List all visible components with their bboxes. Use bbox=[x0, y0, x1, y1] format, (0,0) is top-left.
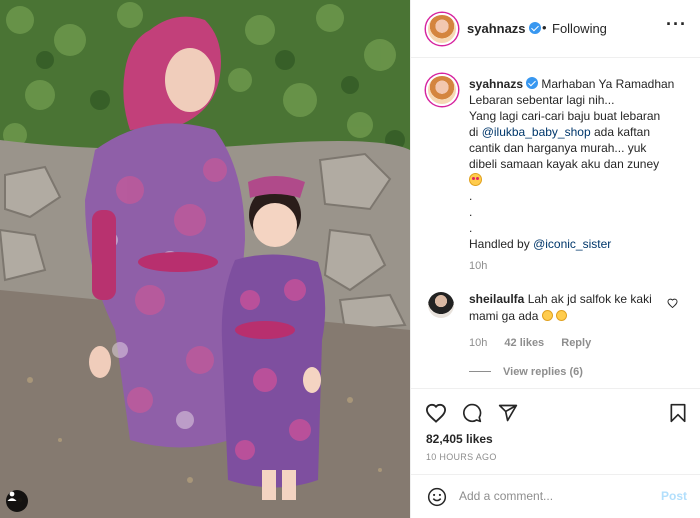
comment-bubble-icon[interactable] bbox=[461, 403, 483, 428]
caption-text: syahnazs Marhaban Ya Ramadhan Lebaran se… bbox=[469, 76, 691, 252]
grin-sweat-emoji-icon bbox=[556, 310, 568, 321]
caption-line-6: cantik dan harganya murah... yuk bbox=[469, 141, 647, 155]
add-comment-bar: Post bbox=[411, 474, 700, 518]
post-header: syahnazs • Following ··· bbox=[411, 0, 700, 58]
view-replies-button[interactable]: View replies (6) bbox=[469, 366, 583, 378]
grin-sweat-emoji-icon bbox=[541, 310, 553, 321]
reply-button[interactable]: Reply bbox=[561, 337, 591, 349]
post-actions: 82,405 likes 10 HOURS AGO bbox=[411, 388, 700, 478]
comment-input[interactable] bbox=[459, 486, 639, 506]
caption-dot-2: . bbox=[469, 205, 473, 219]
caption-username[interactable]: syahnazs bbox=[469, 77, 523, 91]
caption-dot-1: . bbox=[469, 189, 473, 203]
comment-meta: 10h 42 likes Reply bbox=[469, 337, 605, 349]
post-comment-button[interactable]: Post bbox=[661, 489, 687, 503]
post-photo[interactable] bbox=[0, 0, 410, 518]
caption-line-1: Marhaban Ya Ramadhan bbox=[541, 77, 675, 91]
smiley-icon[interactable] bbox=[427, 487, 447, 512]
post-likes-count[interactable]: 82,405 likes bbox=[426, 432, 493, 446]
post-detail-panel: syahnazs • Following ··· syahnazs Marhab… bbox=[410, 0, 700, 518]
following-button[interactable]: Following bbox=[552, 21, 607, 36]
header-separator: • bbox=[542, 20, 547, 35]
replies-divider-line bbox=[469, 371, 491, 372]
comment-text: sheilaulfa Lah ak jd salfok ke kaki mami… bbox=[469, 291, 669, 325]
caption-handled-by: Handled by bbox=[469, 237, 530, 251]
comment-like-heart-icon[interactable] bbox=[667, 298, 678, 311]
user-tag-icon[interactable] bbox=[6, 490, 28, 512]
more-options-icon[interactable]: ··· bbox=[666, 14, 687, 35]
caption-dot-3: . bbox=[469, 221, 473, 235]
verified-badge-icon bbox=[526, 77, 539, 89]
caption-line-3: Yang lagi cari-cari baju buat lebaran bbox=[469, 109, 661, 123]
caption-avatar[interactable] bbox=[426, 74, 458, 106]
comment-likes-count[interactable]: 42 likes bbox=[504, 337, 544, 349]
photo-illustration bbox=[0, 0, 410, 518]
commenter-username[interactable]: sheilaulfa bbox=[469, 292, 524, 306]
view-replies-label[interactable]: View replies (6) bbox=[503, 366, 583, 378]
mention-link-handler[interactable]: @iconic_sister bbox=[533, 237, 611, 251]
caption-timestamp[interactable]: 10h bbox=[469, 260, 487, 272]
comments-list[interactable]: syahnazs Marhaban Ya Ramadhan Lebaran se… bbox=[411, 58, 700, 388]
bookmark-icon[interactable] bbox=[669, 403, 687, 428]
caption-line-7: dibeli samaan kayak aku dan zuney bbox=[469, 157, 660, 171]
paper-plane-icon[interactable] bbox=[497, 403, 519, 428]
mention-link-shop[interactable]: @ilukba_baby_shop bbox=[482, 125, 591, 139]
post-timestamp[interactable]: 10 HOURS AGO bbox=[426, 452, 497, 462]
author-username[interactable]: syahnazs bbox=[467, 21, 541, 36]
comment-timestamp[interactable]: 10h bbox=[469, 337, 487, 349]
heart-eyes-emoji-icon bbox=[469, 173, 482, 186]
verified-badge-icon bbox=[528, 22, 541, 34]
commenter-avatar[interactable] bbox=[428, 292, 454, 318]
caption-line-5: ada kaftan bbox=[593, 125, 651, 139]
heart-icon[interactable] bbox=[425, 403, 447, 428]
caption-line-2: Lebaran sebentar lagi nih... bbox=[469, 93, 615, 107]
author-avatar[interactable] bbox=[426, 13, 458, 45]
author-username-text[interactable]: syahnazs bbox=[467, 21, 526, 36]
caption-line-4: di bbox=[469, 125, 479, 139]
